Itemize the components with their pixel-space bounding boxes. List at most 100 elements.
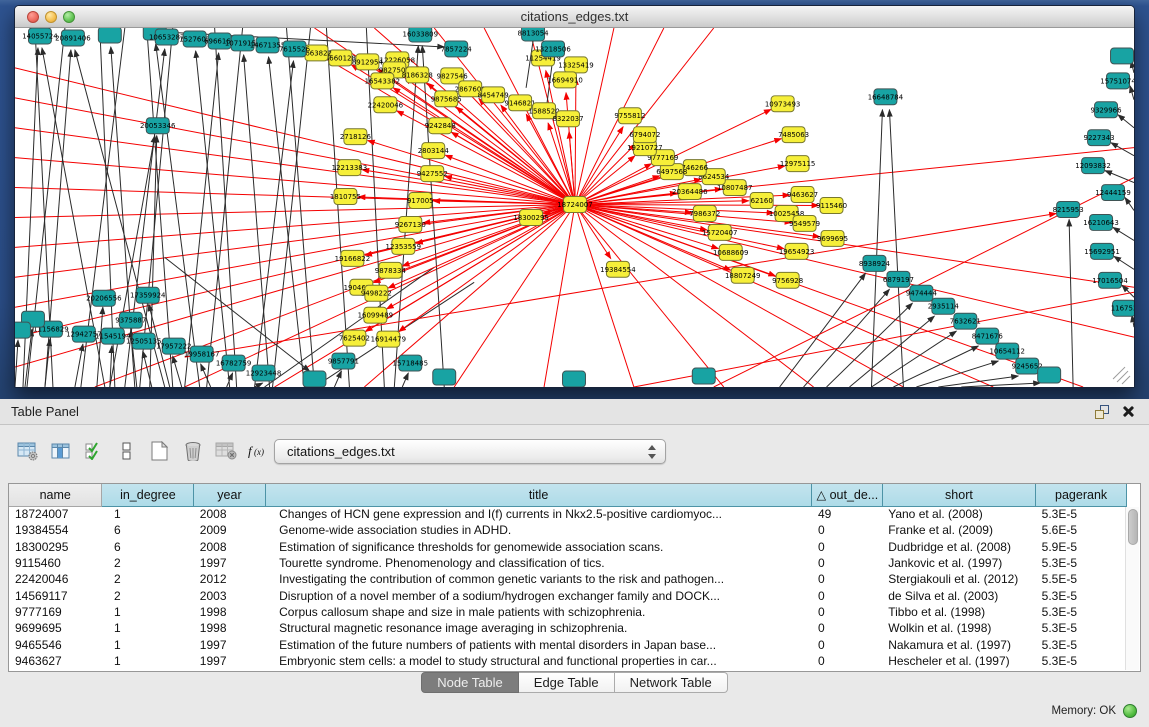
graph-node[interactable]: 9227343 [1084,130,1115,146]
graph-node[interactable]: 14055724 [22,28,58,44]
graph-node[interactable]: 2935114 [928,298,960,314]
graph-node[interactable]: 12213383 [332,160,368,176]
delete-table-icon[interactable] [179,438,206,464]
graph-node[interactable] [1038,367,1061,383]
table-row[interactable]: 946362711997Embryonic stem cells: a mode… [9,653,1127,669]
graph-node[interactable]: 16694910 [547,72,583,88]
graph-node[interactable]: 9755812 [614,108,645,124]
graph-node[interactable]: 15751074 [1100,73,1134,89]
table-row[interactable]: 1872400712008Changes of HCN gene express… [9,506,1127,522]
graph-node[interactable]: 9857791 [328,353,359,369]
graph-node[interactable]: 22420046 [368,97,404,113]
graph-node[interactable]: 9115460 [816,198,847,214]
graph-node[interactable] [303,371,326,387]
table-row[interactable]: 977716911998Corpus callosum shape and si… [9,604,1127,620]
graph-node[interactable]: 12353559 [386,238,422,254]
graph-node[interactable]: 9427552 [417,166,448,182]
graph-node[interactable]: 62160 [750,193,773,209]
table-settings-icon[interactable] [14,438,41,464]
graph-node[interactable]: 9878334 [375,262,407,278]
table-scrollbar[interactable] [1125,507,1139,670]
tab-network-table[interactable]: Network Table [615,672,728,693]
graph-node[interactable]: 6879197 [883,271,914,287]
new-table-icon[interactable] [146,438,173,464]
graph-node[interactable]: 8186328 [402,67,433,83]
graph-node[interactable]: 9699695 [817,230,848,246]
graph-node[interactable]: 16099489 [358,307,394,323]
graph-node[interactable]: 9756928 [772,272,803,288]
graph-node[interactable]: 7625402 [339,330,370,346]
graph-node[interactable]: 917005 [407,193,434,209]
graph-node[interactable] [433,369,456,385]
graph-node[interactable]: 7986372 [689,206,720,222]
graph-node[interactable]: 20053346 [140,118,176,134]
column-header-in_degree[interactable]: in_degree [102,484,194,506]
graph-node[interactable]: 9463627 [787,187,818,203]
network-graph[interactable]: 1872400786601288912954122260589827508818… [15,28,1134,387]
graph-node[interactable]: 19166822 [335,250,371,266]
tab-edge-table[interactable]: Edge Table [519,672,615,693]
graph-node[interactable]: 16033809 [403,28,439,42]
column-header-year[interactable]: year [194,484,265,506]
table-row[interactable]: 911546021997Tourette syndrome. Phenomeno… [9,555,1127,571]
graph-node[interactable]: 10654112 [989,343,1025,359]
graph-node[interactable]: 20891406 [55,30,91,46]
graph-node[interactable] [1111,48,1134,64]
graph-node[interactable]: 16914479 [371,331,407,347]
graph-node[interactable]: 7615526 [279,41,310,57]
graph-node[interactable]: 2718126 [340,129,371,145]
show-columns-icon[interactable] [47,438,74,464]
table-row[interactable]: 946554611997Estimation of the future num… [9,636,1127,652]
graph-node[interactable] [15,322,30,338]
graph-node[interactable]: 9375887 [115,312,146,328]
graph-node[interactable]: 9329966 [1091,102,1122,118]
graph-node[interactable]: 12975115 [780,156,816,172]
graph-node[interactable]: 7632621 [950,313,981,329]
network-canvas[interactable]: 1872400786601288912954122260589827508818… [15,28,1134,387]
graph-node[interactable]: 1810755 [330,189,361,205]
memory-ok-icon[interactable] [1123,704,1137,718]
close-panel-icon[interactable] [1121,404,1135,418]
graph-node[interactable]: 9875685 [431,91,462,107]
graph-node[interactable]: 8215953 [1053,202,1084,218]
float-window-icon[interactable] [1095,405,1109,419]
column-header-short[interactable]: short [882,484,1035,506]
graph-node[interactable] [98,28,121,43]
scrollbar-thumb[interactable] [1128,509,1138,545]
graph-node[interactable]: 7857224 [441,41,473,57]
column-header-name[interactable]: name [9,484,102,506]
select-mode-icon[interactable] [80,438,107,464]
table-row[interactable]: 1830029562008Estimation of significance … [9,539,1127,555]
network-window-titlebar[interactable]: citations_edges.txt [15,6,1134,28]
graph-node[interactable]: 7485063 [778,127,809,143]
graph-node[interactable]: 2803144 [418,143,450,159]
graph-node[interactable]: 9267130 [395,216,426,232]
table-row[interactable]: 1938455462009Genome-wide association stu… [9,522,1127,538]
graph-node[interactable]: 19384554 [600,261,636,277]
graph-node[interactable]: 8813054 [518,28,550,41]
delete-column-icon[interactable] [212,438,239,464]
function-builder-icon[interactable]: f(x) [245,438,272,464]
table-selector[interactable]: citations_edges.txt [274,439,666,464]
column-header-title[interactable]: title [265,484,812,506]
graph-node[interactable]: 8471676 [972,328,1003,344]
row-height-icon[interactable] [113,438,140,464]
table-row[interactable]: 1456911722003Disruption of a novel membe… [9,587,1127,603]
graph-node[interactable]: 8322037 [552,111,583,127]
tab-node-table[interactable]: Node Table [421,672,519,693]
graph-node[interactable]: 19654923 [779,243,815,259]
graph-node[interactable]: 9498222 [361,285,392,301]
graph-node[interactable]: 116753 [1111,300,1134,316]
graph-node[interactable] [563,371,586,387]
graph-node[interactable]: 13325419 [558,57,594,73]
graph-node[interactable]: 9549579 [789,215,820,231]
table-row[interactable]: 2242004622012Investigating the contribut… [9,571,1127,587]
graph-node[interactable]: 9242848 [425,118,456,134]
graph-node[interactable]: 10688609 [713,244,749,260]
graph-node[interactable] [692,368,715,384]
column-header-out_de[interactable]: △ out_de... [812,484,882,506]
graph-node[interactable]: 16648784 [868,89,904,105]
column-header-pagerank[interactable]: pagerank [1036,484,1127,506]
table-row[interactable]: 969969511998Structural magnetic resonanc… [9,620,1127,636]
graph-node[interactable]: 6794072 [629,127,660,143]
